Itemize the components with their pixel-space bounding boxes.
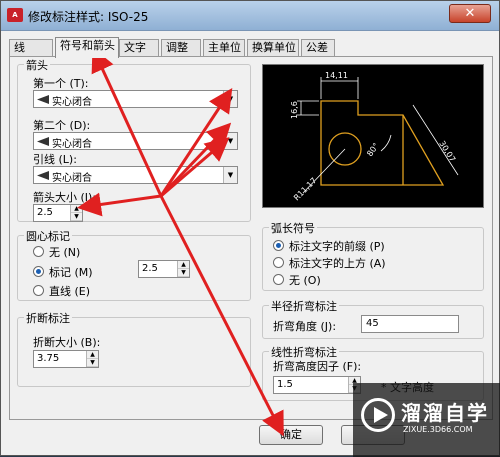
break-size-spinner[interactable]: 3.75 ▲ ▼ bbox=[33, 350, 99, 368]
spin-up-icon[interactable]: ▲ bbox=[178, 261, 189, 269]
title-bar: A 修改标注样式: ISO-25 ✕ bbox=[1, 1, 499, 31]
break-size-label: 折断大小 (B): bbox=[33, 336, 101, 349]
preview-dim-top: 14,11 bbox=[325, 71, 348, 80]
first-arrow-value: 实心闭合 bbox=[52, 97, 92, 108]
window-title: 修改标注样式: ISO-25 bbox=[28, 10, 149, 24]
center-line-radio[interactable] bbox=[33, 285, 44, 296]
chevron-down-icon[interactable]: ▼ bbox=[223, 133, 237, 149]
center-mark-size-value: 2.5 bbox=[142, 263, 158, 274]
first-arrow-select[interactable]: 实心闭合 ▼ bbox=[33, 90, 238, 108]
dim-break-title: 折断标注 bbox=[24, 310, 72, 326]
spin-up-icon[interactable]: ▲ bbox=[71, 205, 82, 213]
center-mark-label: 标记 (M) bbox=[49, 266, 93, 279]
preview-outline bbox=[320, 100, 445, 186]
watermark: 溜溜自学 ZIXUE.3D66.COM bbox=[353, 383, 500, 457]
tab-text[interactable]: 文字 bbox=[119, 39, 159, 57]
arrowheads-group: 箭头 第一个 (T): 实心闭合 ▼ 第二个 (D): 实心闭合 ▼ 引线 (L… bbox=[17, 57, 251, 222]
center-marks-title: 圆心标记 bbox=[24, 228, 72, 244]
arc-prefix-radio[interactable] bbox=[273, 240, 284, 251]
preview-dim-radius: R11,17 bbox=[292, 176, 318, 202]
center-marks-group: 圆心标记 无 (N) 标记 (M) 直线 (E) 2.5 ▲ ▼ bbox=[17, 228, 251, 301]
preview-dim-angle: 80° bbox=[365, 141, 381, 158]
arc-none-label: 无 (O) bbox=[289, 274, 321, 287]
dimension-preview: 14,11 16,6 30,07 80° R11,17 bbox=[262, 64, 484, 208]
jog-angle-input[interactable]: 45 bbox=[361, 315, 459, 333]
preview-drawing: 14,11 16,6 30,07 80° R11,17 bbox=[290, 71, 459, 202]
leader-label: 引线 (L): bbox=[33, 153, 77, 166]
jog-angle-label: 折弯角度 (J): bbox=[273, 320, 337, 333]
closed-filled-arrow-icon bbox=[37, 137, 49, 146]
center-mark-size-spinner[interactable]: 2.5 ▲ ▼ bbox=[138, 260, 190, 278]
arc-none-radio[interactable] bbox=[273, 274, 284, 285]
radius-jog-title: 半径折弯标注 bbox=[269, 298, 339, 314]
tab-symbols-arrows[interactable]: 符号和箭头 bbox=[55, 37, 119, 58]
closed-filled-arrow-icon bbox=[37, 95, 49, 104]
spin-down-icon[interactable]: ▼ bbox=[87, 359, 98, 367]
arc-above-radio[interactable] bbox=[273, 257, 284, 268]
tab-primary-units[interactable]: 主单位 bbox=[203, 39, 245, 57]
second-arrow-select[interactable]: 实心闭合 ▼ bbox=[33, 132, 238, 150]
symbols-arrows-panel: 箭头 第一个 (T): 实心闭合 ▼ 第二个 (D): 实心闭合 ▼ 引线 (L… bbox=[9, 56, 493, 420]
preview-dim-right: 30,07 bbox=[437, 139, 457, 163]
center-none-radio[interactable] bbox=[33, 246, 44, 257]
spin-down-icon[interactable]: ▼ bbox=[178, 269, 189, 277]
spin-up-icon[interactable]: ▲ bbox=[87, 351, 98, 359]
tab-tolerances[interactable]: 公差 bbox=[301, 39, 335, 57]
tab-alternate-units[interactable]: 换算单位 bbox=[247, 39, 299, 57]
break-size-value: 3.75 bbox=[37, 353, 60, 364]
jog-height-value: 1.5 bbox=[277, 379, 293, 390]
tab-fit[interactable]: 调整 bbox=[161, 39, 201, 57]
chevron-down-icon[interactable]: ▼ bbox=[223, 167, 237, 183]
second-arrow-label: 第二个 (D): bbox=[33, 119, 91, 132]
jog-height-label: 折弯高度因子 (F): bbox=[273, 360, 362, 373]
close-button[interactable]: ✕ bbox=[449, 4, 491, 23]
preview-dim-left: 16,6 bbox=[290, 101, 299, 119]
arc-above-label: 标注文字的上方 (A) bbox=[289, 257, 386, 270]
center-none-label: 无 (N) bbox=[49, 246, 81, 259]
jog-height-spinner[interactable]: 1.5 ▲▼ bbox=[273, 376, 361, 394]
watermark-subtitle: ZIXUE.3D66.COM bbox=[403, 425, 473, 434]
arrow-size-value: 2.5 bbox=[37, 207, 53, 218]
watermark-title: 溜溜自学 bbox=[401, 401, 489, 425]
closed-filled-arrow-icon bbox=[37, 171, 49, 180]
tab-lines[interactable]: 线 bbox=[9, 39, 53, 57]
first-arrow-label: 第一个 (T): bbox=[33, 77, 89, 90]
leader-value: 实心闭合 bbox=[52, 173, 92, 184]
arrowheads-title: 箭头 bbox=[24, 57, 50, 73]
center-line-label: 直线 (E) bbox=[49, 285, 91, 298]
arrow-size-spinner[interactable]: 2.5 ▲ ▼ bbox=[33, 204, 83, 222]
autocad-app-icon: A bbox=[7, 8, 23, 22]
leader-select[interactable]: 实心闭合 ▼ bbox=[33, 166, 238, 184]
radius-jog-group: 半径折弯标注 折弯角度 (J): 45 bbox=[262, 298, 484, 339]
chevron-down-icon[interactable]: ▼ bbox=[223, 91, 237, 107]
dialog-window: A 修改标注样式: ISO-25 ✕ 线 符号和箭头 文字 调整 主单位 换算单… bbox=[0, 0, 500, 457]
arrow-size-label: 箭头大小 (I): bbox=[33, 191, 97, 204]
arc-length-title: 弧长符号 bbox=[269, 220, 317, 236]
center-mark-radio[interactable] bbox=[33, 266, 44, 277]
second-arrow-value: 实心闭合 bbox=[52, 139, 92, 150]
dim-break-group: 折断标注 折断大小 (B): 3.75 ▲ ▼ bbox=[17, 310, 251, 387]
arc-prefix-label: 标注文字的前缀 (P) bbox=[289, 240, 385, 253]
spin-down-icon[interactable]: ▼ bbox=[71, 213, 82, 221]
arc-length-group: 弧长符号 标注文字的前缀 (P) 标注文字的上方 (A) 无 (O) bbox=[262, 220, 484, 291]
ok-button[interactable]: 确定 bbox=[259, 425, 323, 445]
